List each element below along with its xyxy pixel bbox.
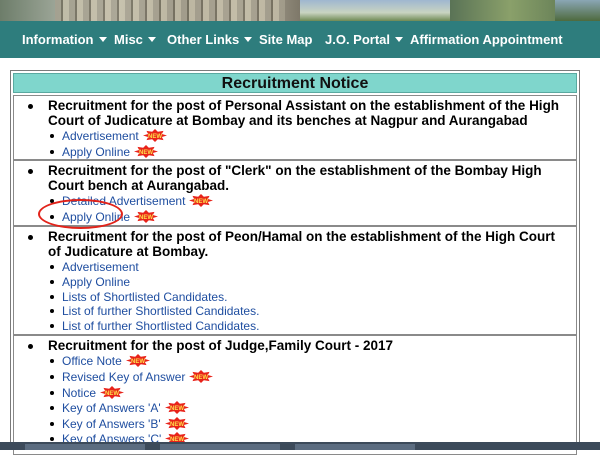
section-heading: Recruitment for the post of Peon/Hamal o… [28,229,568,259]
svg-text:NEW: NEW [194,375,208,381]
taskbar-item[interactable] [295,444,415,450]
link-apply-online[interactable]: Apply Online NEW [50,145,159,159]
chevron-down-icon [395,37,404,42]
notice-title: Recruitment Notice [13,73,577,93]
svg-text:NEW: NEW [139,150,153,156]
new-badge-icon: NEW [189,370,214,383]
bullet-icon [50,359,54,363]
banner-landscape-image [300,0,450,21]
chevron-down-icon [98,37,107,42]
new-badge-icon: NEW [189,194,214,207]
bullet-icon [50,215,54,219]
link-office-note[interactable]: Office Note NEW [50,354,150,368]
bullet-icon [50,324,54,328]
bullet-icon [50,150,54,154]
section-heading: Recruitment for the post of Judge,Family… [28,338,568,353]
link-advertisement[interactable]: Advertisement NEW [50,129,167,143]
link-further-shortlisted-candidates[interactable]: List of further Shortlisted Candidates. [50,319,259,333]
nav-information[interactable]: Information [22,21,107,58]
banner-building-image [55,0,285,21]
link-apply-online[interactable]: Apply Online NEW [50,210,159,224]
bullet-icon [28,169,33,174]
svg-text:NEW: NEW [170,422,184,428]
banner-tree-image [555,0,600,21]
nav-affirmation-appointment[interactable]: Affirmation Appointment [410,21,563,58]
taskbar-item[interactable] [25,444,145,450]
bullet-icon [28,235,33,240]
bullet-icon [50,391,54,395]
link-key-of-answers-a[interactable]: Key of Answers 'A' NEW [50,401,189,415]
taskbar-item[interactable] [160,444,280,450]
svg-text:NEW: NEW [131,359,145,365]
link-advertisement[interactable]: Advertisement [50,260,139,274]
taskbar [0,442,600,450]
notice-section: Recruitment for the post of Judge,Family… [13,335,577,455]
header-banner [0,0,600,21]
new-badge-icon: NEW [125,354,150,367]
new-badge-icon: NEW [164,417,189,430]
new-badge-icon: NEW [134,210,159,223]
link-detailed-advertisement[interactable]: Detailed Advertisement NEW [50,194,214,208]
link-further-shortlisted-candidates[interactable]: List of further Shortlisted Candidates. [50,304,259,318]
section-heading: Recruitment for the post of Personal Ass… [28,98,568,128]
nav-jo-portal[interactable]: J.O. Portal [325,21,404,58]
bullet-icon [50,437,54,441]
link-key-of-answers-b[interactable]: Key of Answers 'B' NEW [50,417,189,431]
bullet-icon [50,295,54,299]
nav-misc[interactable]: Misc [114,21,156,58]
bullet-icon [28,104,33,109]
bullet-icon [50,199,54,203]
notice-section: Recruitment for the post of Peon/Hamal o… [13,226,577,335]
bullet-icon [50,422,54,426]
new-badge-icon: NEW [134,145,159,158]
nav-site-map[interactable]: Site Map [259,21,312,58]
notice-section: Recruitment for the post of "Clerk" on t… [13,160,577,226]
nav-other-links[interactable]: Other Links [167,21,253,58]
recruitment-notice-panel: Recruitment Notice Recruitment for the p… [10,70,580,455]
svg-text:NEW: NEW [170,406,184,412]
svg-text:NEW: NEW [194,199,208,205]
new-badge-icon: NEW [164,401,189,414]
chevron-down-icon [147,37,156,42]
bullet-icon [50,134,54,138]
svg-text:NEW: NEW [148,134,162,140]
link-revised-key-of-answer[interactable]: Revised Key of Answer NEW [50,370,214,384]
main-nav: Information Misc Other Links Site Map J.… [0,21,600,58]
bullet-icon [50,309,54,313]
link-notice[interactable]: Notice NEW [50,386,125,400]
bullet-icon [50,265,54,269]
bullet-icon [50,406,54,410]
link-apply-online[interactable]: Apply Online [50,275,130,289]
svg-text:NEW: NEW [105,391,119,397]
svg-text:NEW: NEW [139,215,153,221]
section-heading: Recruitment for the post of "Clerk" on t… [28,163,568,193]
bullet-icon [28,344,33,349]
notice-section: Recruitment for the post of Personal Ass… [13,95,577,160]
new-badge-icon: NEW [142,129,167,142]
link-shortlisted-candidates[interactable]: Lists of Shortlisted Candidates. [50,290,227,304]
bullet-icon [50,375,54,379]
chevron-down-icon [244,37,253,42]
new-badge-icon: NEW [100,386,125,399]
bullet-icon [50,280,54,284]
